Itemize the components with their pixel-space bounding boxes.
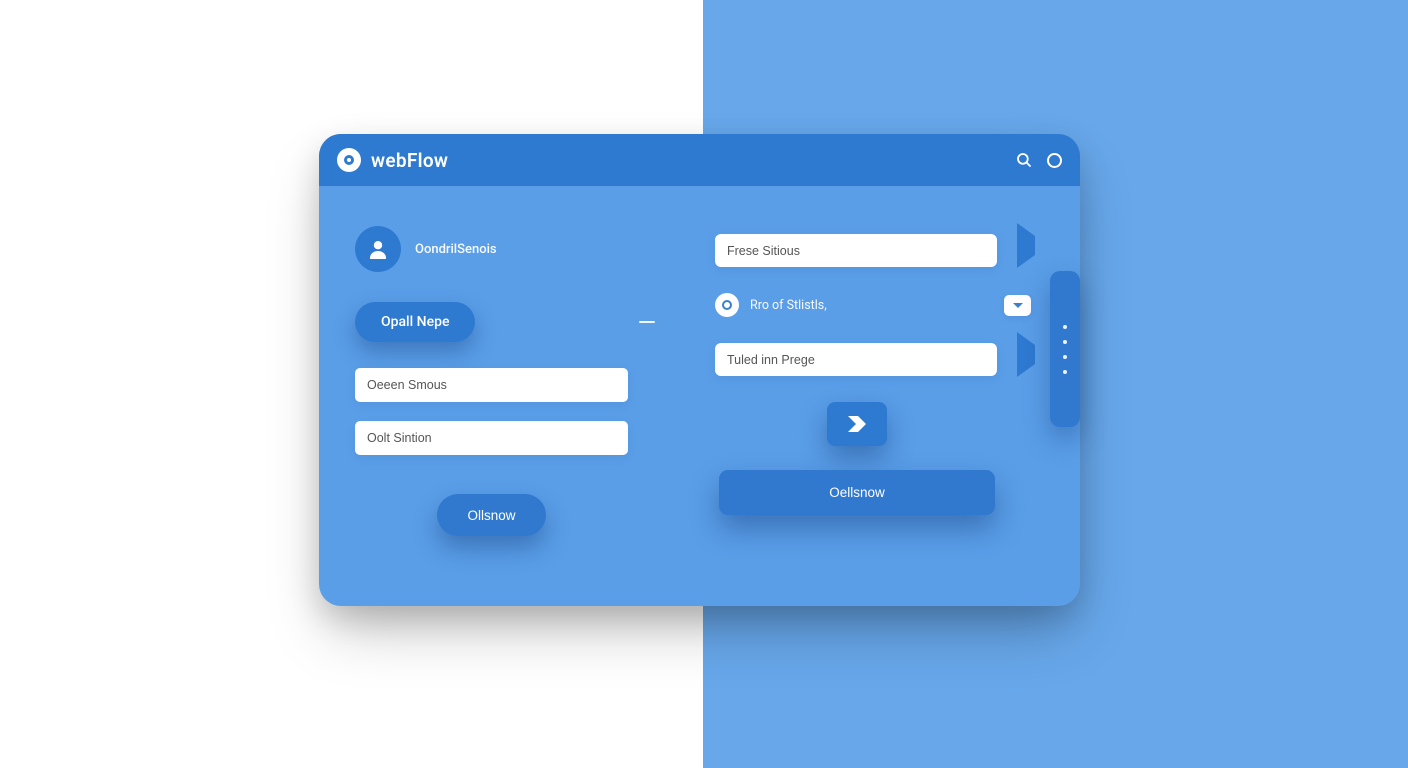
left-input-1[interactable] (355, 368, 628, 402)
right-row-1 (715, 234, 1035, 267)
left-column: OondrilSenois Opall Nepe Ollsnow (355, 226, 675, 536)
chip-row: Opall Nepe (355, 302, 675, 342)
dropdown-button[interactable] (1004, 295, 1031, 316)
arrow-button[interactable] (827, 402, 887, 446)
header-actions (1015, 151, 1062, 169)
avatar-label: OondrilSenois (415, 242, 497, 257)
rail-dot (1063, 370, 1067, 374)
rail-dot (1063, 325, 1067, 329)
play-icon-1[interactable] (1017, 236, 1035, 255)
chip-label: Opall Nepe (381, 314, 449, 330)
left-input-2[interactable] (355, 421, 628, 455)
avatar-row: OondrilSenois (355, 226, 675, 272)
left-submit-button[interactable]: Ollsnow (437, 494, 546, 536)
brand-wrap: webFlow (337, 148, 448, 172)
card-body: OondrilSenois Opall Nepe Ollsnow (319, 186, 1080, 606)
right-column: Rro of Stlistls, Oellsnow (715, 234, 1035, 515)
right-submit-label: Oellsnow (829, 485, 885, 500)
row2-circle-icon (715, 293, 739, 317)
avatar-icon (355, 226, 401, 272)
right-input-3[interactable] (715, 343, 997, 376)
minus-icon[interactable] (639, 321, 655, 324)
rail-dot (1063, 355, 1067, 359)
chevron-down-icon (1013, 303, 1023, 308)
side-rail[interactable] (1050, 271, 1080, 427)
right-row-2: Rro of Stlistls, (715, 293, 1035, 317)
main-card: webFlow OondrilSenois (319, 134, 1080, 606)
arrow-right-icon (848, 416, 866, 432)
brand-logo-icon (337, 148, 361, 172)
brand-name: webFlow (371, 149, 448, 172)
play-icon-2[interactable] (1017, 345, 1035, 364)
right-submit-button[interactable]: Oellsnow (719, 470, 995, 515)
search-icon[interactable] (1015, 151, 1033, 169)
profile-icon[interactable] (1047, 153, 1062, 168)
right-input-1[interactable] (715, 234, 997, 267)
chip-button[interactable]: Opall Nepe (355, 302, 475, 342)
left-submit-label: Ollsnow (467, 508, 515, 523)
card-header: webFlow (319, 134, 1080, 186)
right-row-3 (715, 343, 1035, 376)
rail-dot (1063, 340, 1067, 344)
row2-label: Rro of Stlistls, (750, 298, 993, 313)
